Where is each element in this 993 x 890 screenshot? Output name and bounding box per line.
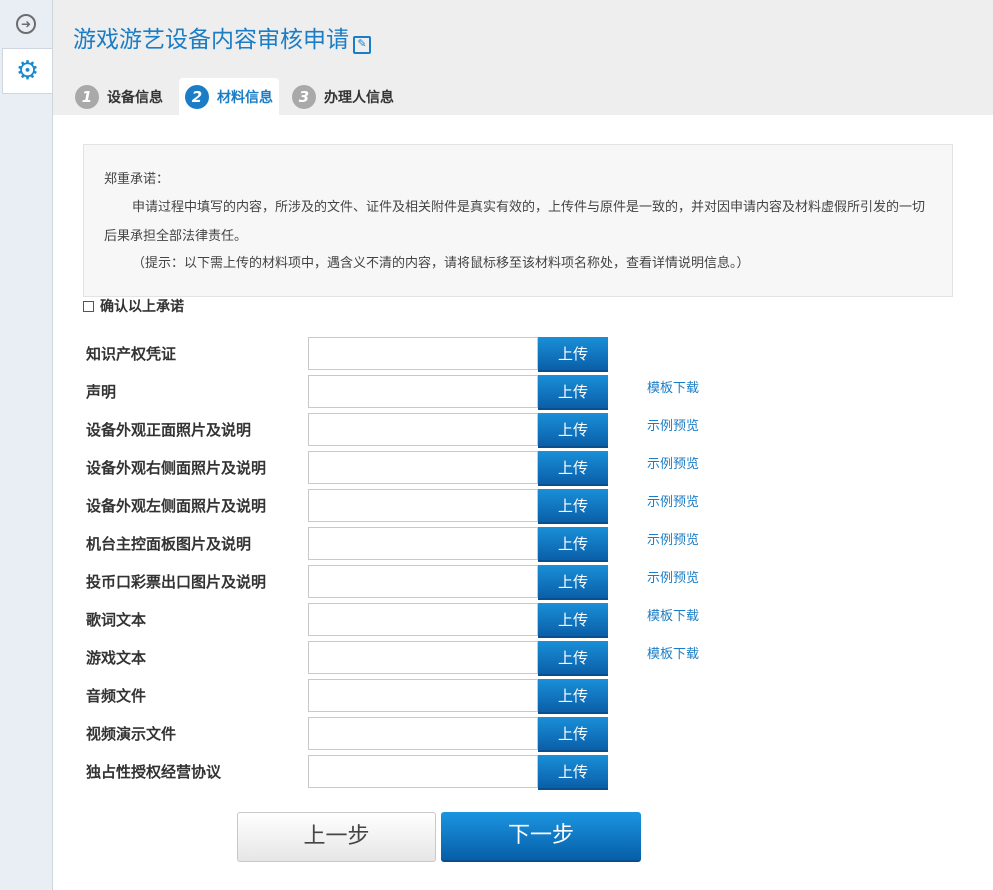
prev-step-button[interactable]: 上一步 (237, 812, 436, 862)
upload-button[interactable]: 上传 (538, 451, 608, 486)
tab-handler-info[interactable]: 3 办理人信息 (292, 78, 394, 115)
example-preview-link[interactable]: 示例预览 (647, 565, 699, 593)
step-number: 2 (185, 84, 209, 109)
material-label[interactable]: 游戏文本 (86, 641, 146, 676)
edit-icon[interactable]: ✎ (353, 36, 371, 54)
step-number: 1 (75, 84, 99, 109)
template-download-link[interactable]: 模板下载 (647, 641, 699, 669)
notice-hint: （提示：以下需上传的材料项中，遇含义不清的内容，请将鼠标移至该材料项名称处，查看… (132, 256, 750, 271)
notice-heading: 郑重承诺： (104, 172, 170, 187)
file-path-field[interactable] (308, 679, 538, 712)
upload-button[interactable]: 上传 (538, 565, 608, 600)
upload-button[interactable]: 上传 (538, 717, 608, 752)
file-path-field[interactable] (308, 527, 538, 560)
upload-button[interactable]: 上传 (538, 337, 608, 372)
upload-button[interactable]: 上传 (538, 603, 608, 638)
example-preview-link[interactable]: 示例预览 (647, 489, 699, 517)
page-title-text: 游戏游艺设备内容审核申请 (73, 27, 349, 53)
template-download-link[interactable]: 模板下载 (647, 603, 699, 631)
commitment-notice: 郑重承诺： 申请过程中填写的内容，所涉及的文件、证件及相关附件是真实有效的，上传… (83, 144, 953, 297)
material-label[interactable]: 视频演示文件 (86, 717, 176, 752)
file-path-field[interactable] (308, 565, 538, 598)
file-path-field[interactable] (308, 755, 538, 788)
gear-icon: ⚙ (15, 56, 40, 86)
file-path-field[interactable] (308, 413, 538, 446)
upload-button[interactable]: 上传 (538, 679, 608, 714)
step-number: 3 (292, 84, 316, 109)
file-path-field[interactable] (308, 337, 538, 370)
upload-button[interactable]: 上传 (538, 413, 608, 448)
next-step-button[interactable]: 下一步 (441, 812, 641, 862)
tab-label: 办理人信息 (324, 89, 394, 106)
template-download-link[interactable]: 模板下载 (647, 375, 699, 403)
material-label[interactable]: 机台主控面板图片及说明 (86, 527, 251, 562)
example-preview-link[interactable]: 示例预览 (647, 451, 699, 479)
material-label[interactable]: 独占性授权经营协议 (86, 755, 221, 790)
main-content: 游戏游艺设备内容审核申请 ✎ 1 设备信息 2 材料信息 3 办理人信息 郑重承诺… (53, 0, 993, 890)
exit-button[interactable]: ➜ (2, 2, 50, 46)
tab-label: 设备信息 (107, 89, 163, 106)
page-title: 游戏游艺设备内容审核申请 ✎ (73, 20, 371, 54)
upload-button[interactable]: 上传 (538, 527, 608, 562)
material-label[interactable]: 设备外观正面照片及说明 (86, 413, 251, 448)
file-path-field[interactable] (308, 641, 538, 674)
confirm-label: 确认以上承诺 (100, 299, 184, 315)
file-path-field[interactable] (308, 717, 538, 750)
material-label[interactable]: 知识产权凭证 (86, 337, 176, 372)
material-label[interactable]: 歌词文本 (86, 603, 146, 638)
notice-body: 申请过程中填写的内容，所涉及的文件、证件及相关附件是真实有效的，上传件与原件是一… (104, 200, 926, 244)
material-label[interactable]: 设备外观左侧面照片及说明 (86, 489, 266, 524)
material-label[interactable]: 音频文件 (86, 679, 146, 714)
example-preview-link[interactable]: 示例预览 (647, 527, 699, 555)
example-preview-link[interactable]: 示例预览 (647, 413, 699, 441)
confirm-checkbox[interactable] (83, 300, 94, 312)
tab-device-info[interactable]: 1 设备信息 (75, 78, 163, 115)
settings-button[interactable]: ⚙ (2, 48, 52, 94)
tab-material-info[interactable]: 2 材料信息 (179, 78, 279, 115)
tab-label: 材料信息 (217, 89, 273, 106)
sidebar: ➜ ⚙ (0, 0, 53, 890)
header: 游戏游艺设备内容审核申请 ✎ 1 设备信息 2 材料信息 3 办理人信息 (53, 0, 993, 115)
upload-button[interactable]: 上传 (538, 755, 608, 790)
upload-button[interactable]: 上传 (538, 641, 608, 676)
file-path-field[interactable] (308, 451, 538, 484)
file-path-field[interactable] (308, 375, 538, 408)
file-path-field[interactable] (308, 603, 538, 636)
exit-icon: ➜ (16, 14, 36, 34)
confirm-commitment[interactable]: 确认以上承诺 (83, 296, 184, 316)
upload-button[interactable]: 上传 (538, 489, 608, 524)
upload-button[interactable]: 上传 (538, 375, 608, 410)
material-label[interactable]: 设备外观右侧面照片及说明 (86, 451, 266, 486)
file-path-field[interactable] (308, 489, 538, 522)
material-label[interactable]: 声明 (86, 375, 116, 410)
material-label[interactable]: 投币口彩票出口图片及说明 (86, 565, 266, 600)
